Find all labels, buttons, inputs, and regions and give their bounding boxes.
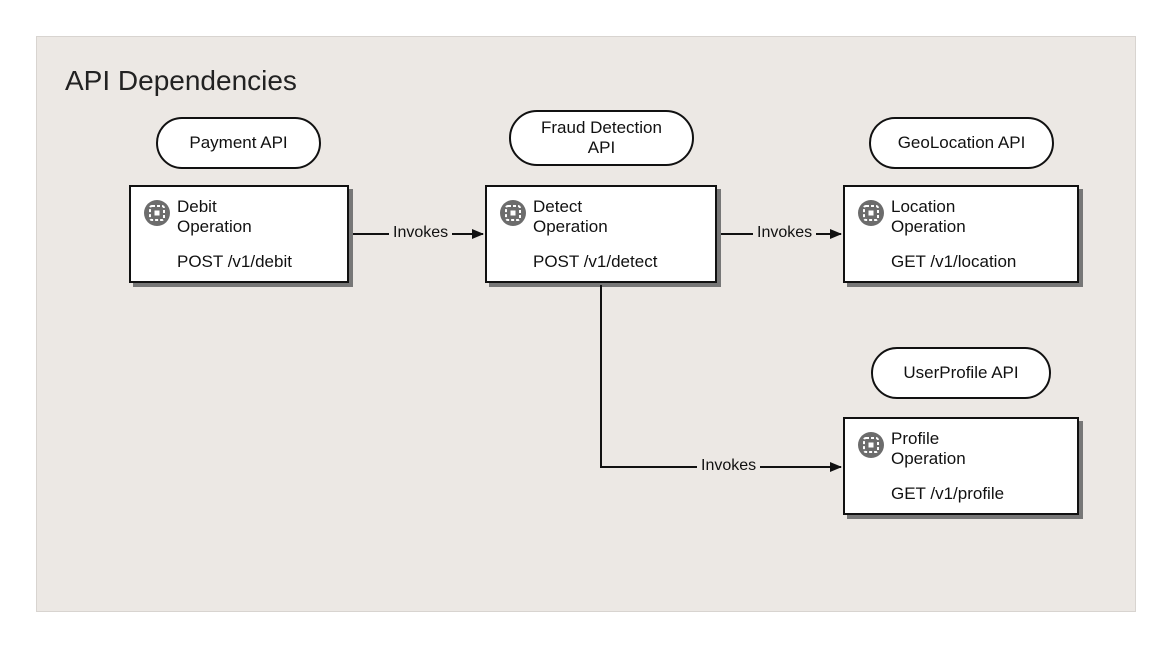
edge-label-fraud-geo: Invokes [753,224,816,242]
edge-label-fraud-profile: Invokes [697,457,760,475]
operation-text: ProfileOperation GET /v1/profile [891,429,1065,501]
operation-box-payment: DebitOperation POST /v1/debit [129,185,349,283]
operation-box-profile: ProfileOperation GET /v1/profile [843,417,1079,515]
api-pill-fraud: Fraud DetectionAPI [509,110,694,166]
operation-icon [857,199,885,227]
operation-icon-wrap [857,429,891,501]
operation-name: ProfileOperation [891,429,1065,470]
operation-box-fraud: DetectOperation POST /v1/detect [485,185,717,283]
api-label: Fraud DetectionAPI [541,118,662,159]
operation-name: LocationOperation [891,197,1065,238]
api-label: UserProfile API [903,363,1018,383]
operation-text: DetectOperation POST /v1/detect [533,197,703,269]
operation-path: POST /v1/detect [533,252,703,272]
api-pill-profile: UserProfile API [871,347,1051,399]
operation-text: LocationOperation GET /v1/location [891,197,1065,269]
edge-label-payment-fraud: Invokes [389,224,452,242]
api-pill-payment: Payment API [156,117,321,169]
diagram-title: API Dependencies [65,65,297,97]
api-label: GeoLocation API [898,133,1026,153]
diagram-canvas: API Dependencies Payment API DebitOperat… [36,36,1136,612]
operation-path: GET /v1/profile [891,484,1065,504]
api-label: Payment API [189,133,287,153]
operation-box-geo: LocationOperation GET /v1/location [843,185,1079,283]
operation-name: DebitOperation [177,197,335,238]
edge-fraud-to-profile [601,285,841,467]
operation-icon [857,431,885,459]
operation-icon-wrap [143,197,177,269]
operation-icon-wrap [857,197,891,269]
operation-path: GET /v1/location [891,252,1065,272]
operation-icon-wrap [499,197,533,269]
operation-text: DebitOperation POST /v1/debit [177,197,335,269]
operation-name: DetectOperation [533,197,703,238]
operation-icon [499,199,527,227]
operation-icon [143,199,171,227]
api-pill-geo: GeoLocation API [869,117,1054,169]
operation-path: POST /v1/debit [177,252,335,272]
